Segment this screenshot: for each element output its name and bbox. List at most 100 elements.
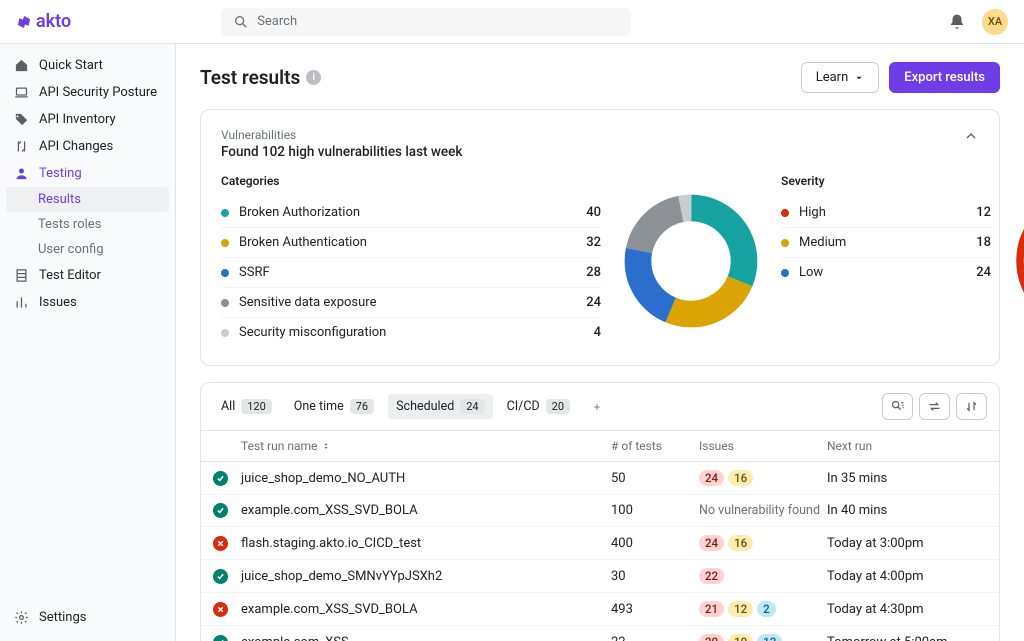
run-name: example.com_XSS_SVD_BOLA — [237, 503, 611, 518]
issue-pill: 24 — [699, 470, 724, 486]
swap-icon — [927, 399, 942, 414]
gear-icon — [14, 610, 29, 625]
sidebar-item-issues[interactable]: Issues — [0, 289, 175, 316]
issues-cell: 21122 — [699, 601, 827, 617]
brand-text: akto — [36, 11, 71, 32]
table-row[interactable]: example.com_XSS 22 201012 Tomorrow at 5:… — [201, 626, 999, 641]
next-run: Today at 3:00pm — [827, 536, 987, 551]
table-row[interactable]: flash.staging.akto.io_CICD_test 400 2416… — [201, 527, 999, 560]
severity-legend-row: Low24 — [781, 258, 991, 287]
severity-legend-row: Medium18 — [781, 228, 991, 258]
issue-pill: 10 — [728, 634, 753, 641]
sidebar-item-settings[interactable]: Settings — [0, 604, 175, 631]
status-icon — [213, 503, 237, 518]
tab-add[interactable] — [584, 395, 610, 419]
home-icon — [14, 58, 29, 73]
run-name: flash.staging.akto.io_CICD_test — [237, 536, 611, 551]
sidebar-item-posture[interactable]: API Security Posture — [0, 79, 175, 106]
num-tests: 493 — [611, 602, 699, 617]
laptop-icon — [14, 85, 29, 100]
vuln-label: Vulnerabilities — [221, 128, 462, 142]
issue-pill: 16 — [728, 470, 753, 486]
sidebar-item-quickstart[interactable]: Quick Start — [0, 52, 175, 79]
issues-cell: 2416 — [699, 535, 827, 551]
category-legend-row: SSRF28 — [221, 258, 601, 288]
legend-dot — [221, 299, 229, 307]
sidebar-item-testing[interactable]: Testing — [0, 160, 175, 187]
category-legend-row: Security misconfiguration4 — [221, 318, 601, 347]
next-run: Today at 4:00pm — [827, 569, 987, 584]
logo-icon — [16, 14, 32, 30]
avatar[interactable]: XA — [982, 9, 1008, 35]
status-icon — [213, 536, 237, 551]
diff-icon — [14, 139, 29, 154]
categories-donut-chart — [621, 191, 761, 331]
issue-pill: 16 — [728, 535, 753, 551]
status-icon — [213, 602, 237, 617]
vuln-headline: Found 102 high vulnerabilities last week — [221, 144, 462, 160]
tab-all[interactable]: All 120 — [213, 394, 280, 419]
issues-cell: No vulnerability found — [699, 503, 827, 518]
logo[interactable]: akto — [16, 11, 71, 32]
table-header: Test run name # of tests Issues Next run — [201, 430, 999, 462]
sidebar-item-editor[interactable]: Test Editor — [0, 262, 175, 289]
filter-button[interactable] — [882, 393, 913, 420]
table-row[interactable]: juice_shop_demo_SMNvYYpJSXh2 30 22 Today… — [201, 560, 999, 593]
building-icon — [14, 268, 29, 283]
issues-cell: 201012 — [699, 634, 827, 641]
topbar: akto Search XA — [0, 0, 1024, 44]
legend-dot — [221, 239, 229, 247]
learn-button[interactable]: Learn — [801, 62, 880, 93]
run-name: juice_shop_demo_NO_AUTH — [237, 471, 611, 486]
issue-pill: 21 — [699, 601, 724, 617]
main-content: Test results i Learn Export results Vuln… — [176, 44, 1024, 641]
sidebar-sub-userconfig[interactable]: User config — [0, 237, 175, 262]
page-header: Test results i Learn Export results — [200, 62, 1000, 93]
num-tests: 50 — [611, 471, 699, 486]
tag-icon — [14, 112, 29, 127]
status-icon — [213, 635, 237, 641]
sort-button[interactable] — [956, 393, 987, 420]
run-name: example.com_XSS_SVD_BOLA — [237, 602, 611, 617]
next-run: In 40 mins — [827, 503, 987, 518]
tab-onetime[interactable]: One time 76 — [286, 394, 382, 419]
sidebar-item-inventory[interactable]: API Inventory — [0, 106, 175, 133]
issues-cell: 2416 — [699, 470, 827, 486]
sidebar-item-changes[interactable]: API Changes — [0, 133, 175, 160]
table-row[interactable]: example.com_XSS_SVD_BOLA 493 21122 Today… — [201, 593, 999, 626]
issue-pill: 22 — [699, 568, 724, 584]
refresh-button[interactable] — [919, 393, 950, 420]
sort-asc-icon — [321, 441, 331, 451]
sort-icon — [964, 399, 979, 414]
search-icon — [233, 14, 249, 30]
collapse-icon[interactable] — [963, 128, 979, 144]
category-legend-row: Broken Authentication32 — [221, 228, 601, 258]
severity-legend-row: High12 — [781, 198, 991, 228]
sidebar: Quick Start API Security Posture API Inv… — [0, 44, 176, 641]
next-run: Today at 4:30pm — [827, 602, 987, 617]
search-input[interactable]: Search — [221, 8, 631, 36]
col-issues[interactable]: Issues — [699, 439, 827, 453]
table-row[interactable]: example.com_XSS_SVD_BOLA 100 No vulnerab… — [201, 495, 999, 527]
issues-cell: 22 — [699, 568, 827, 584]
col-next[interactable]: Next run — [827, 439, 987, 453]
table-row[interactable]: juice_shop_demo_NO_AUTH 50 2416 In 35 mi… — [201, 462, 999, 495]
export-button[interactable]: Export results — [889, 62, 1000, 93]
test-runs-table: All 120 One time 76 Scheduled 24 CI/CD 2… — [200, 382, 1000, 641]
bell-icon[interactable] — [948, 13, 966, 31]
run-name: example.com_XSS — [237, 635, 611, 641]
col-name[interactable]: Test run name — [237, 439, 611, 453]
sidebar-sub-roles[interactable]: Tests roles — [0, 212, 175, 237]
category-legend-row: Broken Authorization40 — [221, 198, 601, 228]
col-tests[interactable]: # of tests — [611, 439, 699, 453]
info-icon[interactable]: i — [306, 70, 321, 85]
search-placeholder: Search — [257, 14, 297, 29]
sidebar-sub-results[interactable]: Results — [6, 187, 169, 212]
legend-dot — [781, 239, 789, 247]
issue-pill: 20 — [699, 634, 724, 641]
legend-dot — [221, 269, 229, 277]
bar-icon — [14, 295, 29, 310]
severity-radial-chart: Total vulns 1,000 — [1011, 186, 1024, 336]
tab-cicd[interactable]: CI/CD 20 — [499, 394, 578, 419]
tab-scheduled[interactable]: Scheduled 24 — [388, 394, 493, 419]
